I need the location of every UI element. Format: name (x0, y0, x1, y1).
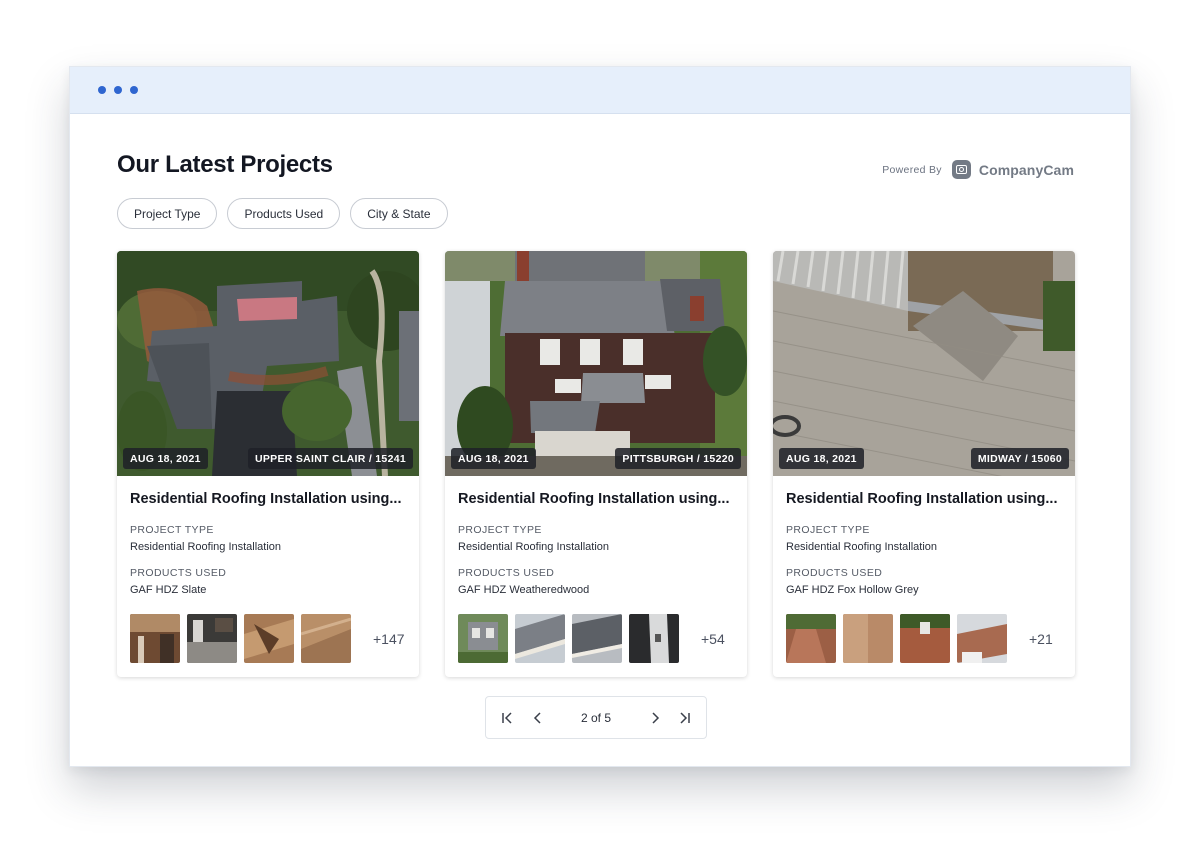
products-used-label: PRODUCTS USED (458, 567, 555, 579)
project-cards: AUG 18, 2021 UPPER SAINT CLAIR / 15241 R… (117, 251, 1075, 677)
window-dot-icon (130, 86, 138, 94)
location-badge: PITTSBURGH / 15220 (615, 448, 741, 469)
photo-thumbnails: +54 (458, 614, 725, 663)
project-title[interactable]: Residential Roofing Installation using..… (458, 491, 734, 507)
photo-thumbnail[interactable] (130, 614, 180, 663)
project-type-value: Residential Roofing Installation (130, 541, 282, 553)
project-title[interactable]: Residential Roofing Installation using..… (130, 491, 406, 507)
photo-thumbnail[interactable] (843, 614, 893, 663)
products-used-label: PRODUCTS USED (786, 567, 883, 579)
project-card[interactable]: AUG 18, 2021 PITTSBURGH / 15220 Resident… (445, 251, 747, 677)
window-titlebar (70, 67, 1130, 114)
pagination: 2 of 5 (485, 696, 707, 739)
filter-project-type[interactable]: Project Type (117, 198, 218, 229)
photo-thumbnails: +147 (130, 614, 405, 663)
products-used-value: GAF HDZ Slate (130, 584, 207, 596)
project-type-value: Residential Roofing Installation (786, 541, 938, 553)
filter-bar: Project Type Products Used City & State (117, 198, 448, 229)
photo-thumbnail[interactable] (301, 614, 351, 663)
products-used-value: GAF HDZ Fox Hollow Grey (786, 584, 919, 596)
products-used-value: GAF HDZ Weatheredwood (458, 584, 590, 596)
next-page-icon[interactable] (644, 707, 666, 729)
project-title[interactable]: Residential Roofing Installation using..… (786, 491, 1062, 507)
project-hero-image[interactable]: AUG 18, 2021 PITTSBURGH / 15220 (445, 251, 747, 476)
photo-thumbnail[interactable] (187, 614, 237, 663)
project-type-label: PROJECT TYPE (786, 524, 870, 536)
photo-thumbnail[interactable] (957, 614, 1007, 663)
photo-thumbnail[interactable] (458, 614, 508, 663)
companycam-camera-icon (951, 160, 971, 179)
more-photos-count[interactable]: +147 (373, 631, 405, 647)
more-photos-count[interactable]: +54 (701, 631, 725, 647)
date-badge: AUG 18, 2021 (779, 448, 864, 469)
project-type-value: Residential Roofing Installation (458, 541, 610, 553)
more-photos-count[interactable]: +21 (1029, 631, 1053, 647)
photo-thumbnail[interactable] (629, 614, 679, 663)
project-card[interactable]: AUG 18, 2021 UPPER SAINT CLAIR / 15241 R… (117, 251, 419, 677)
date-badge: AUG 18, 2021 (451, 448, 536, 469)
location-badge: MIDWAY / 15060 (970, 448, 1069, 469)
photo-thumbnail[interactable] (572, 614, 622, 663)
products-used-label: PRODUCTS USED (130, 567, 227, 579)
location-badge: UPPER SAINT CLAIR / 15241 (247, 448, 413, 469)
project-type-label: PROJECT TYPE (458, 524, 542, 536)
window-dot-icon (114, 86, 122, 94)
photo-thumbnail[interactable] (786, 614, 836, 663)
filter-city-state[interactable]: City & State (350, 198, 448, 229)
window-dot-icon (98, 86, 106, 94)
project-card[interactable]: AUG 18, 2021 MIDWAY / 15060 Residential … (773, 251, 1075, 677)
photo-thumbnails: +21 (786, 614, 1053, 663)
project-hero-image[interactable]: AUG 18, 2021 UPPER SAINT CLAIR / 15241 (117, 251, 419, 476)
photo-thumbnail[interactable] (900, 614, 950, 663)
last-page-icon[interactable] (673, 707, 695, 729)
photo-thumbnail[interactable] (244, 614, 294, 663)
page-title: Our Latest Projects (117, 151, 333, 178)
powered-by[interactable]: Powered By CompanyCam (882, 160, 1074, 179)
filter-products-used[interactable]: Products Used (227, 198, 341, 229)
brand-name: CompanyCam (978, 161, 1074, 178)
project-hero-image[interactable]: AUG 18, 2021 MIDWAY / 15060 (773, 251, 1075, 476)
project-type-label: PROJECT TYPE (130, 524, 214, 536)
projects-widget: Our Latest Projects Powered By CompanyCa… (70, 114, 1130, 766)
photo-thumbnail[interactable] (515, 614, 565, 663)
date-badge: AUG 18, 2021 (123, 448, 208, 469)
powered-by-label: Powered By (882, 163, 942, 176)
browser-window: Our Latest Projects Powered By CompanyCa… (69, 66, 1131, 767)
